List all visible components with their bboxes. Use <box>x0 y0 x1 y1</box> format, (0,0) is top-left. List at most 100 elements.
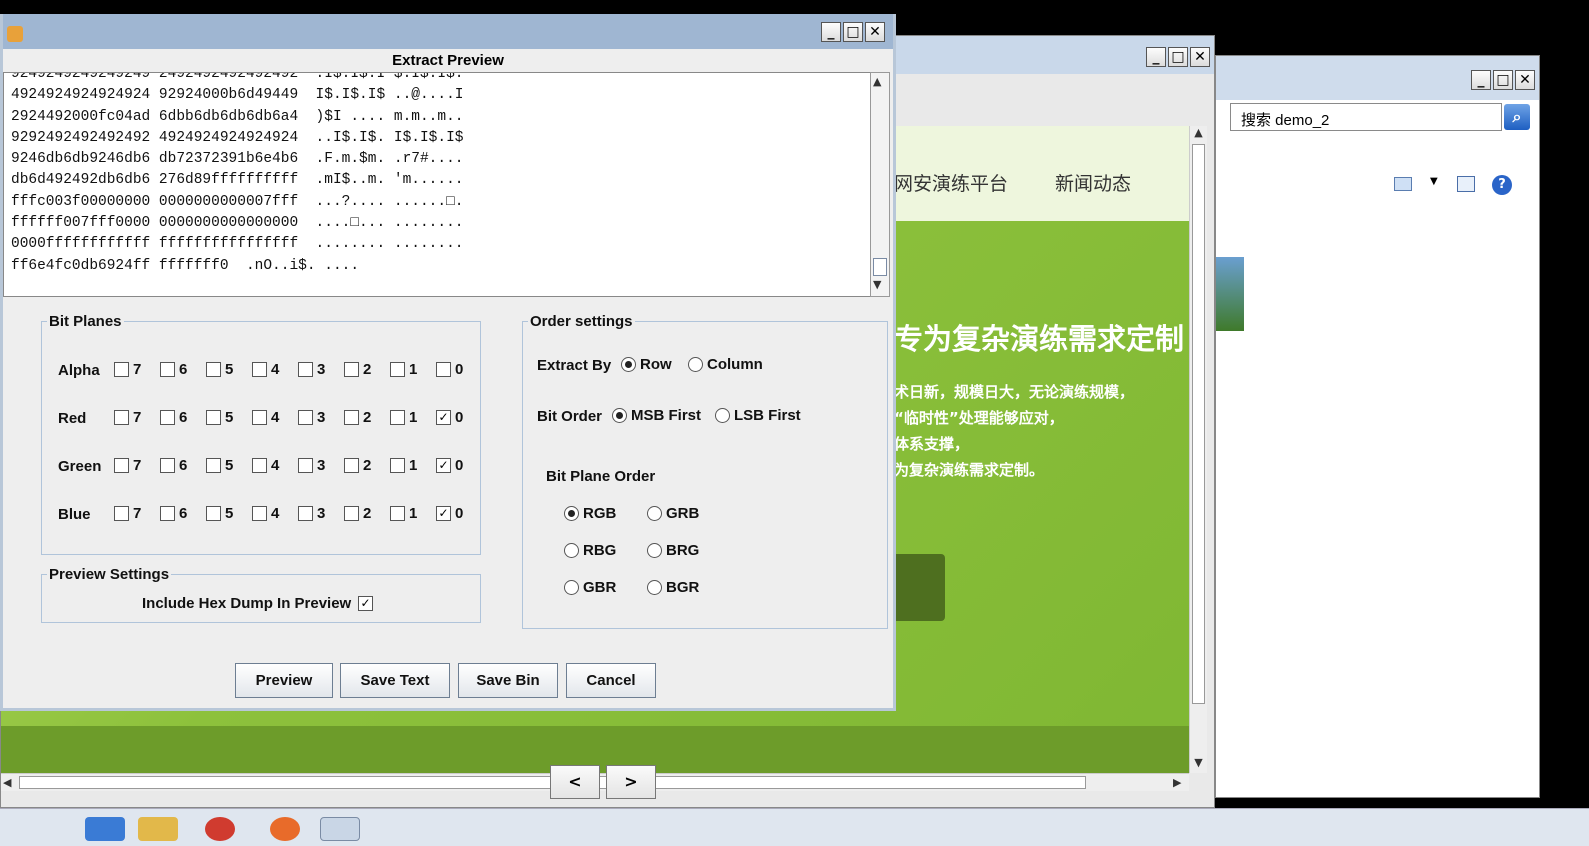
thumbnail-image[interactable] <box>1216 257 1244 331</box>
close-icon[interactable]: ✕ <box>865 22 885 42</box>
bit-checkbox-alpha-7[interactable]: 7 <box>114 361 160 379</box>
bit-checkbox-blue-7[interactable]: 7 <box>114 505 160 523</box>
minimize-icon[interactable]: _ <box>1146 47 1166 67</box>
hex-scrollbar[interactable]: ▲ ▼ <box>870 72 890 297</box>
bit-checkbox-red-4[interactable]: 4 <box>252 409 298 427</box>
scroll-left-icon[interactable]: ◀ <box>3 776 11 789</box>
msb-first-radio[interactable]: MSB First <box>612 407 701 425</box>
cancel-button[interactable]: Cancel <box>566 663 656 698</box>
bit-checkbox-blue-2[interactable]: 2 <box>344 505 390 523</box>
order-bgr-radio[interactable]: BGR <box>647 579 699 597</box>
checkbox-icon <box>160 410 175 426</box>
nav-item-platform[interactable]: 网安演练平台 <box>894 169 1008 196</box>
bit-checkbox-red-3[interactable]: 3 <box>298 409 344 427</box>
app-icon[interactable] <box>270 817 300 841</box>
include-hex-checkbox[interactable]: ✓ <box>358 596 373 611</box>
bit-checkbox-green-4[interactable]: 4 <box>252 457 298 475</box>
bit-checkbox-alpha-2[interactable]: 2 <box>344 361 390 379</box>
bit-checkbox-green-3[interactable]: 3 <box>298 457 344 475</box>
checkbox-icon <box>114 362 129 378</box>
scroll-up-icon[interactable]: ▲ <box>1190 126 1207 139</box>
bit-checkbox-red-1[interactable]: 1 <box>390 409 436 427</box>
bit-checkbox-red-6[interactable]: 6 <box>160 409 206 427</box>
hero-button[interactable] <box>894 554 945 621</box>
bit-checkbox-green-7[interactable]: 7 <box>114 457 160 475</box>
bit-checkbox-blue-0[interactable]: ✓ 0 <box>436 505 482 523</box>
bit-checkbox-red-0[interactable]: ✓ 0 <box>436 409 482 427</box>
java-icon[interactable] <box>320 817 360 841</box>
bit-checkbox-red-5[interactable]: 5 <box>206 409 252 427</box>
order-rgb-radio[interactable]: RGB <box>564 505 616 523</box>
bit-checkbox-green-0[interactable]: ✓ 0 <box>436 457 482 475</box>
bit-checkbox-blue-3[interactable]: 3 <box>298 505 344 523</box>
bit-number: 4 <box>271 409 280 427</box>
order-gbr-radio[interactable]: GBR <box>564 579 616 597</box>
dropdown-icon[interactable]: ▼ <box>1430 176 1438 187</box>
bit-checkbox-red-7[interactable]: 7 <box>114 409 160 427</box>
hero-text: 术日新，规模日大，无论演练规模， <box>894 383 1135 401</box>
hex-line: ffffff007fff0000 0000000000000000 ....□.… <box>11 215 464 232</box>
checkbox-icon <box>252 410 267 426</box>
order-rbg-radio[interactable]: RBG <box>564 542 616 560</box>
help-icon[interactable]: ? <box>1492 175 1512 195</box>
scroll-down-icon[interactable]: ▼ <box>873 278 881 291</box>
ie-icon[interactable] <box>85 817 125 841</box>
minimize-icon[interactable]: _ <box>821 22 841 42</box>
bit-checkbox-green-1[interactable]: 1 <box>390 457 436 475</box>
bit-number: 3 <box>317 361 326 379</box>
bit-number: 7 <box>133 505 142 523</box>
order-settings-group: Order settings Extract By Row Column Bit… <box>522 313 888 629</box>
view-icon[interactable] <box>1394 177 1412 191</box>
scroll-thumb[interactable] <box>873 258 887 276</box>
extract-by-row-radio[interactable]: Row <box>621 356 672 374</box>
save-text-button[interactable]: Save Text <box>340 663 450 698</box>
bit-checkbox-blue-1[interactable]: 1 <box>390 505 436 523</box>
bit-checkbox-blue-4[interactable]: 4 <box>252 505 298 523</box>
scroll-thumb[interactable] <box>1192 144 1205 704</box>
close-icon[interactable]: ✕ <box>1515 70 1535 90</box>
close-icon[interactable]: ✕ <box>1190 47 1210 67</box>
bit-checkbox-alpha-3[interactable]: 3 <box>298 361 344 379</box>
bit-checkbox-blue-5[interactable]: 5 <box>206 505 252 523</box>
bit-number: 5 <box>225 361 234 379</box>
search-icon[interactable]: ⌕ <box>1504 104 1530 130</box>
bit-checkbox-green-5[interactable]: 5 <box>206 457 252 475</box>
bit-checkbox-alpha-6[interactable]: 6 <box>160 361 206 379</box>
minimize-icon[interactable]: _ <box>1471 70 1491 90</box>
next-page-button[interactable]: > <box>606 765 656 799</box>
bit-number: 3 <box>317 457 326 475</box>
scroll-down-icon[interactable]: ▼ <box>1190 756 1207 769</box>
bit-checkbox-blue-6[interactable]: 6 <box>160 505 206 523</box>
maximize-icon[interactable]: □ <box>1168 47 1188 67</box>
bit-checkbox-alpha-5[interactable]: 5 <box>206 361 252 379</box>
maximize-icon[interactable]: □ <box>843 22 863 42</box>
prev-page-button[interactable]: < <box>550 765 600 799</box>
bit-checkbox-alpha-0[interactable]: 0 <box>436 361 482 379</box>
bit-checkbox-red-2[interactable]: 2 <box>344 409 390 427</box>
app-icon[interactable] <box>205 817 235 841</box>
explorer-titlebar: _ □ ✕ <box>1216 56 1539 100</box>
nav-item-news[interactable]: 新闻动态 <box>1055 169 1131 196</box>
folder-icon[interactable] <box>138 817 178 841</box>
radio-label: BGR <box>666 579 700 597</box>
pane-icon[interactable] <box>1457 176 1475 192</box>
order-grb-radio[interactable]: GRB <box>647 505 699 523</box>
order-brg-radio[interactable]: BRG <box>647 542 699 560</box>
checkbox-icon <box>344 506 359 522</box>
bit-checkbox-green-2[interactable]: 2 <box>344 457 390 475</box>
save-bin-button[interactable]: Save Bin <box>458 663 558 698</box>
bit-checkbox-alpha-4[interactable]: 4 <box>252 361 298 379</box>
bit-checkbox-alpha-1[interactable]: 1 <box>390 361 436 379</box>
search-input[interactable]: 搜索 demo_2 <box>1230 103 1502 131</box>
maximize-icon[interactable]: □ <box>1493 70 1513 90</box>
hex-preview[interactable]: 9249249249249249 2492492492492492 .I$.I$… <box>3 72 871 297</box>
preview-button[interactable]: Preview <box>235 663 333 698</box>
bit-plane-row-label: Red <box>58 410 87 427</box>
scroll-up-icon[interactable]: ▲ <box>873 75 881 88</box>
scroll-right-icon[interactable]: ▶ <box>1173 776 1181 789</box>
lsb-first-radio[interactable]: LSB First <box>715 407 801 425</box>
vertical-scrollbar[interactable]: ▲ ▼ <box>1189 126 1207 773</box>
bit-checkbox-green-6[interactable]: 6 <box>160 457 206 475</box>
extract-by-column-radio[interactable]: Column <box>688 356 763 374</box>
radio-icon <box>647 506 662 522</box>
